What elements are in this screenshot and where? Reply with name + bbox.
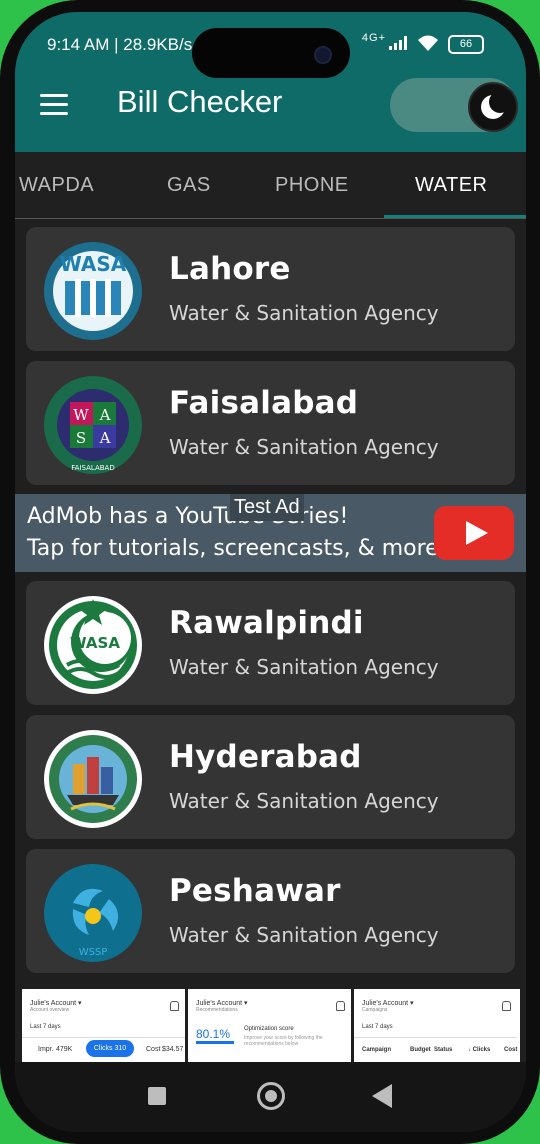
bottom-banner-ad[interactable]: Julie's Account ▾ Account overview Last … xyxy=(22,989,520,1062)
col-clicks: ↓ Clicks xyxy=(468,1047,491,1053)
toggle-knob xyxy=(468,82,518,132)
svg-text:WASA: WASA xyxy=(60,252,127,276)
bell-icon xyxy=(170,1001,179,1011)
square-recents-icon[interactable] xyxy=(148,1087,166,1105)
cost-value: $34.57 xyxy=(162,1046,184,1053)
agency-city: Lahore xyxy=(169,251,291,287)
col-campaign: Campaign xyxy=(362,1047,392,1053)
impr-label: Impr. xyxy=(38,1046,54,1053)
divider xyxy=(22,1037,185,1038)
ad-panel-campaigns: Julie's Account ▾ Campaigns Last 7 days … xyxy=(354,989,517,1062)
col-cost: Cost xyxy=(504,1047,518,1053)
cost-label: Cost xyxy=(146,1046,161,1053)
score-progress xyxy=(196,1041,234,1044)
moon-icon xyxy=(481,91,511,119)
app-screen: 9:14 AM | 28.9KB/s 4G+ 66 Bill Checker W… xyxy=(15,12,526,1132)
clicks-pill: Clicks 310 xyxy=(86,1040,134,1057)
admob-banner-ad[interactable]: AdMob has a YouTube Series! Tap for tuto… xyxy=(15,494,526,572)
hda-hyderabad-logo xyxy=(43,729,143,829)
signal-bars-icon xyxy=(389,35,411,55)
agency-card-hyderabad[interactable]: Hyderabad Water & Sanitation Agency xyxy=(26,715,515,839)
agency-city: Rawalpindi xyxy=(169,605,364,641)
test-ad-label: Test Ad xyxy=(230,494,304,521)
app-title: Bill Checker xyxy=(117,84,283,119)
agency-subtitle: Water & Sanitation Agency xyxy=(169,435,439,459)
status-time: 9:14 AM | 28.9KB/s xyxy=(47,35,193,54)
battery-icon: 66 xyxy=(448,35,484,54)
svg-text:WSSP: WSSP xyxy=(79,947,108,958)
ad-account-name: Julie's Account ▾ xyxy=(30,1000,82,1007)
svg-text:WASA: WASA xyxy=(70,634,120,652)
phone-frame: 9:14 AM | 28.9KB/s 4G+ 66 Bill Checker W… xyxy=(0,0,540,1144)
wasa-lahore-logo: WASA xyxy=(43,241,143,341)
svg-text:W: W xyxy=(73,406,89,424)
tab-phone[interactable]: PHONE xyxy=(275,174,349,197)
agency-city: Hyderabad xyxy=(169,739,362,775)
agency-city: Faisalabad xyxy=(169,385,359,421)
ad-panel-subtitle: Account overview xyxy=(30,1007,70,1013)
agency-card-rawalpindi[interactable]: WASA Rawalpindi Water & Sanitation Agenc… xyxy=(26,581,515,705)
app-bar: 9:14 AM | 28.9KB/s 4G+ 66 Bill Checker xyxy=(15,12,526,152)
agency-subtitle: Water & Sanitation Agency xyxy=(169,789,439,813)
bell-icon xyxy=(502,1001,511,1011)
svg-text:FAISALABAD: FAISALABAD xyxy=(71,464,114,472)
triangle-back-icon[interactable] xyxy=(372,1084,392,1108)
svg-text:A: A xyxy=(99,429,111,447)
theme-toggle[interactable] xyxy=(390,78,518,132)
svg-text:S: S xyxy=(76,429,86,447)
ad-account-name: Julie's Account ▾ xyxy=(362,1000,414,1007)
agency-card-peshawar[interactable]: WSSP Peshawar Water & Sanitation Agency xyxy=(26,849,515,973)
youtube-play-icon[interactable] xyxy=(434,506,514,560)
camera-icon xyxy=(314,46,332,64)
tab-wapda[interactable]: WAPDA xyxy=(19,174,94,197)
ad-panel-recommendations: Julie's Account ▾ Recommendations 80.1% … xyxy=(188,989,354,1062)
ad-panel-overview: Julie's Account ▾ Account overview Last … xyxy=(22,989,188,1062)
ad-panel-subtitle: Campaigns xyxy=(362,1007,388,1013)
camera-notch xyxy=(192,28,350,78)
tab-water[interactable]: WATER xyxy=(415,174,488,197)
agency-city: Peshawar xyxy=(169,873,341,909)
wasa-faisalabad-logo: W A S A FAISALABAD xyxy=(43,375,143,475)
divider xyxy=(354,1037,517,1038)
ad-panel-subtitle: Recommendations xyxy=(196,1007,238,1013)
svg-text:A: A xyxy=(99,406,111,424)
ad-account-name: Julie's Account ▾ xyxy=(196,1000,248,1007)
ad-period: Last 7 days xyxy=(30,1024,61,1030)
category-tabs: WAPDA GAS PHONE WATER xyxy=(15,152,526,219)
circle-home-icon[interactable] xyxy=(257,1082,285,1110)
agency-card-faisalabad[interactable]: W A S A FAISALABAD Faisalabad Water & Sa… xyxy=(26,361,515,485)
hamburger-menu-icon[interactable] xyxy=(40,94,68,116)
optimization-score: 80.1% xyxy=(196,1027,231,1041)
tab-gas[interactable]: GAS xyxy=(167,174,211,197)
optimization-score-label: Optimization score xyxy=(244,1026,294,1032)
col-budget: Budget xyxy=(410,1047,431,1053)
optimization-note: Improve your score by following the reco… xyxy=(244,1035,323,1047)
system-nav-bar xyxy=(15,1062,526,1132)
bell-icon xyxy=(336,1001,345,1011)
agency-card-lahore[interactable]: WASA Lahore Water & Sanitation Agency xyxy=(26,227,515,351)
wssp-peshawar-logo: WSSP xyxy=(43,863,143,963)
agency-subtitle: Water & Sanitation Agency xyxy=(169,923,439,947)
agency-subtitle: Water & Sanitation Agency xyxy=(169,655,439,679)
wifi-icon xyxy=(416,32,440,58)
network-type: 4G+ xyxy=(361,32,386,44)
wasa-rawalpindi-logo: WASA xyxy=(43,595,143,695)
agency-subtitle: Water & Sanitation Agency xyxy=(169,301,439,325)
col-status: Status xyxy=(434,1047,453,1053)
impr-value: 479K xyxy=(56,1046,73,1053)
ad-period: Last 7 days xyxy=(362,1024,393,1030)
ad-line-2: Tap for tutorials, screencasts, & more. xyxy=(27,536,446,561)
active-tab-indicator xyxy=(384,215,526,218)
